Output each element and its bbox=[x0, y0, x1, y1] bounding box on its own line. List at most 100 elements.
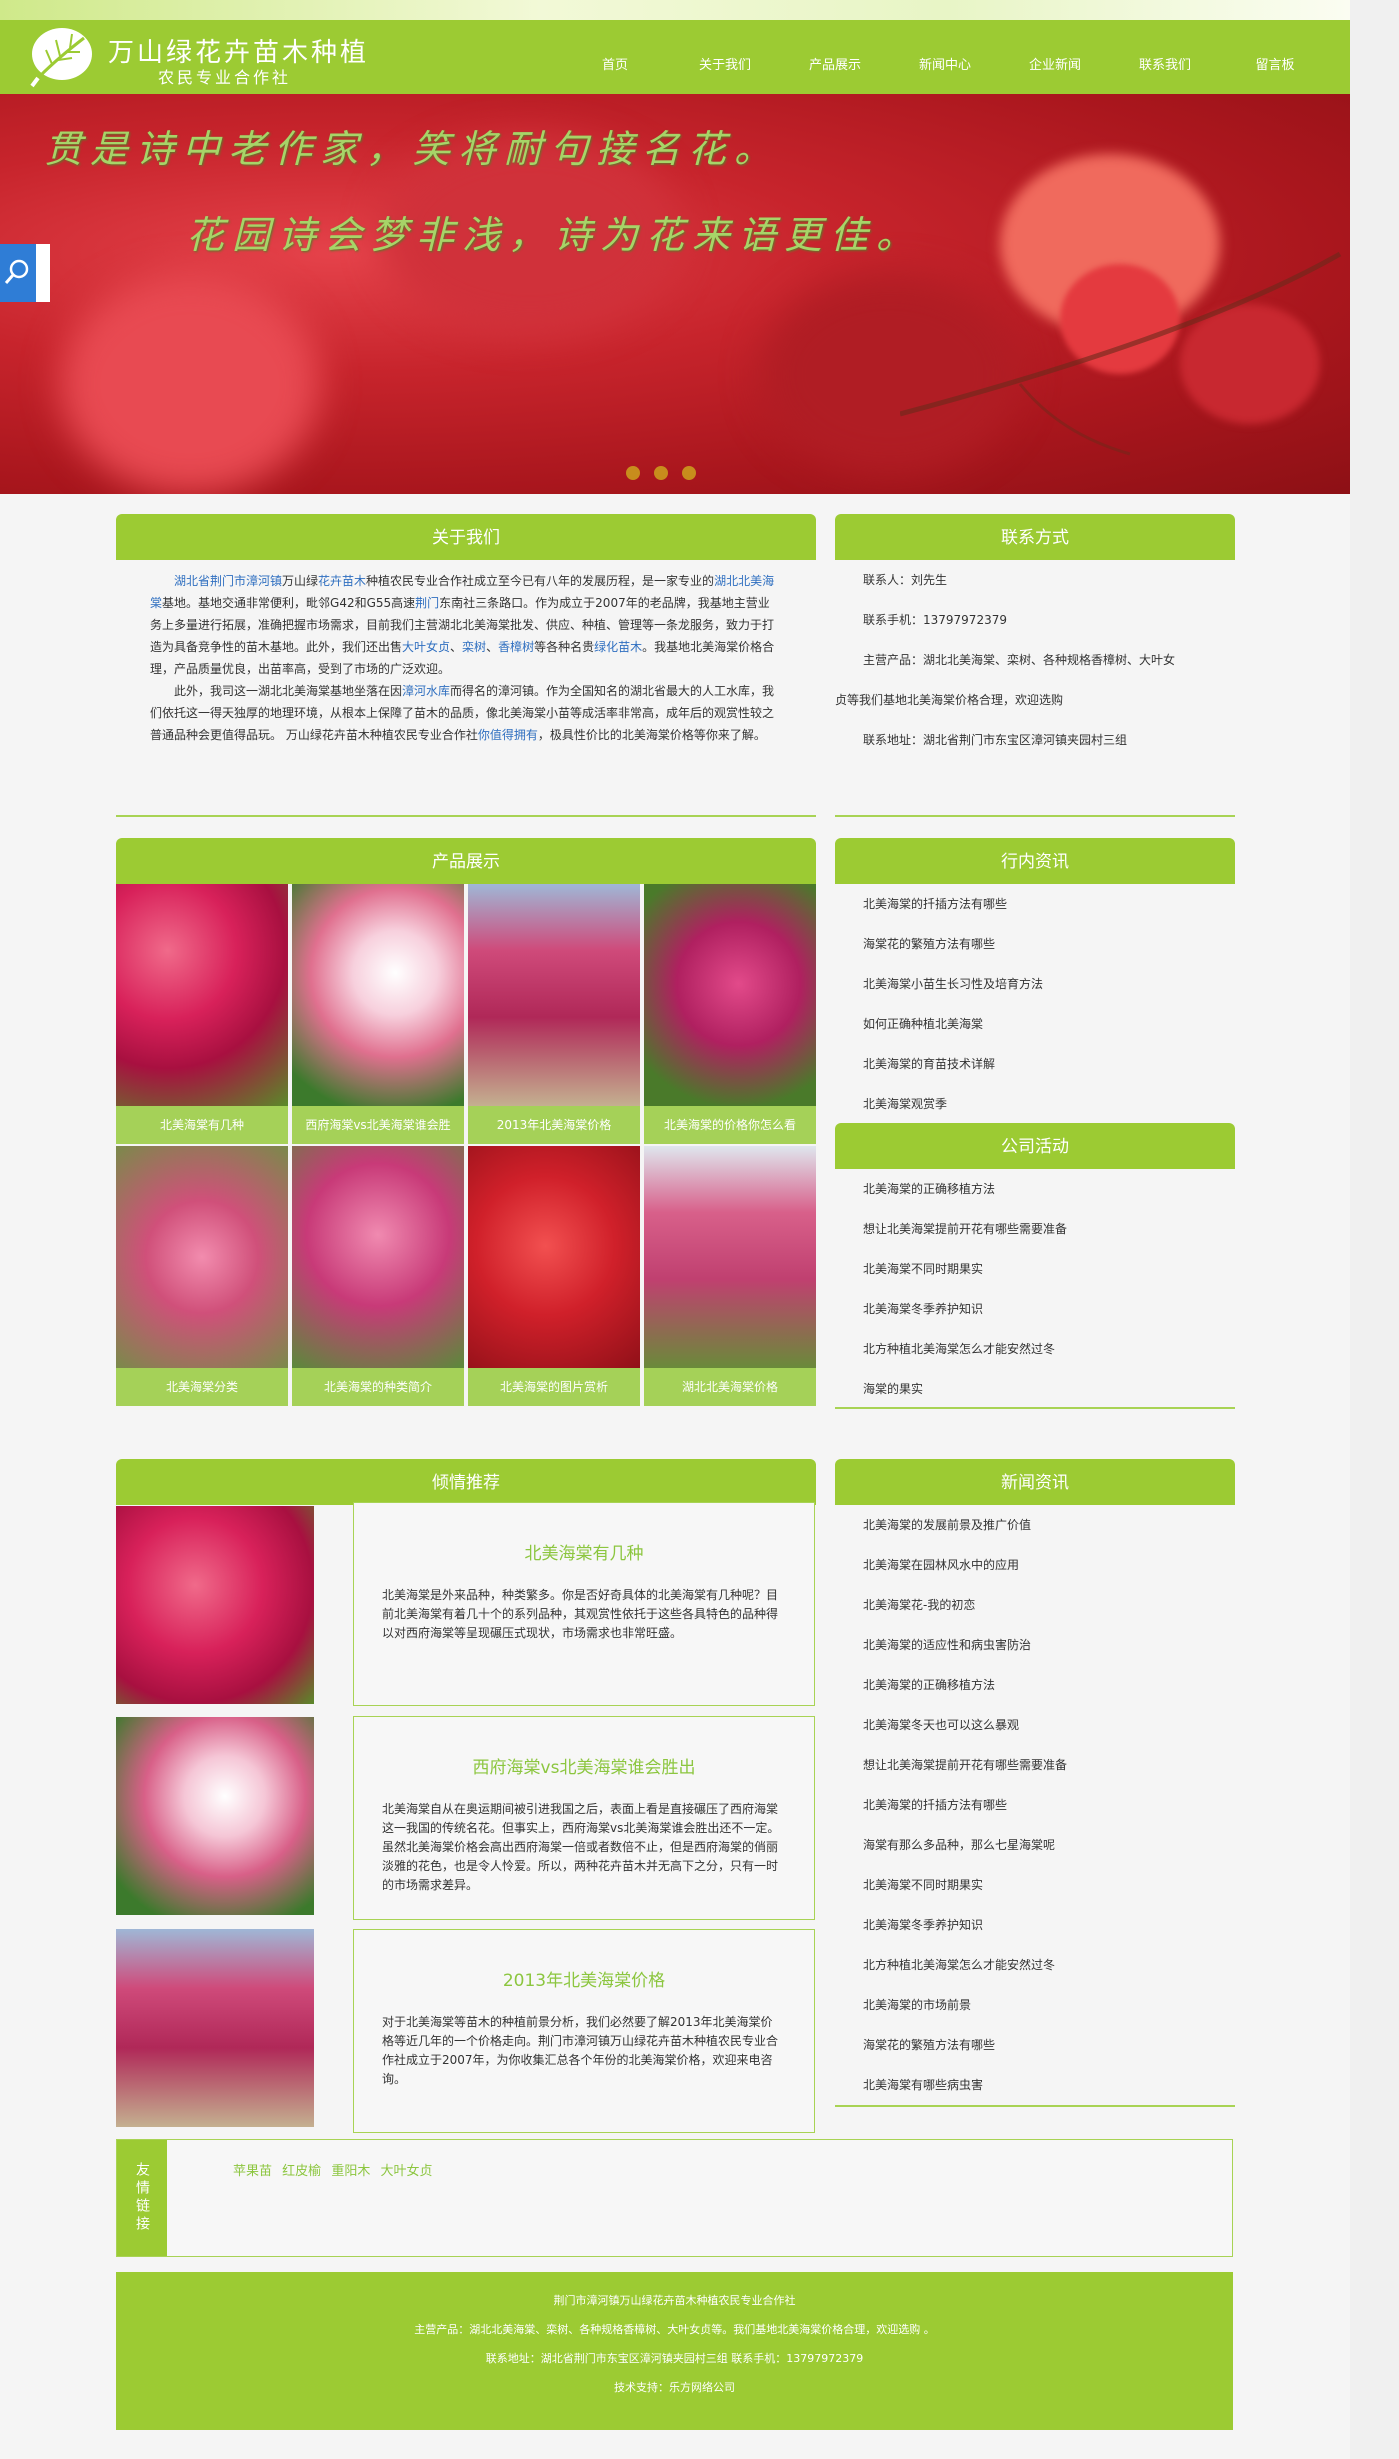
hero-banner[interactable]: 贯是诗中老作家，笑将耐句接名花。 花园诗会梦非浅，诗为花来语更佳。 bbox=[0, 94, 1350, 494]
news-item[interactable]: 北美海棠的扦插方法有哪些 bbox=[835, 1785, 1235, 1825]
news-item[interactable]: 海棠花的繁殖方法有哪些 bbox=[835, 2025, 1235, 2065]
product-caption[interactable]: 北美海棠的图片赏析 bbox=[468, 1368, 640, 1406]
news-item[interactable]: 北美海棠不同时期果实 bbox=[835, 1865, 1235, 1905]
product-image[interactable] bbox=[644, 1146, 816, 1368]
site-footer: 荆门市漳河镇万山绿花卉苗木种植农民专业合作社 主营产品：湖北北美海棠、栾树、各种… bbox=[116, 2272, 1233, 2430]
top-strip bbox=[0, 0, 1350, 20]
nav-products[interactable]: 产品展示 bbox=[780, 20, 890, 94]
activity-item[interactable]: 想让北美海棠提前开花有哪些需要准备 bbox=[835, 1209, 1235, 1249]
news-item[interactable]: 北美海棠有哪些病虫害 bbox=[835, 2065, 1235, 2105]
about-link[interactable]: 香樟树 bbox=[498, 640, 534, 654]
search-button[interactable] bbox=[0, 244, 50, 302]
banner-dot[interactable] bbox=[654, 466, 668, 480]
product-card[interactable]: 2013年北美海棠价格 bbox=[468, 884, 640, 1146]
about-link[interactable]: 大叶女贞 bbox=[402, 640, 450, 654]
contact-address: 联系地址：湖北省荆门市东宝区漳河镇夹园村三组 bbox=[863, 733, 1128, 747]
news-item[interactable]: 北方种植北美海棠怎么才能安然过冬 bbox=[835, 1945, 1235, 1985]
product-caption[interactable]: 北美海棠的价格你怎么看 bbox=[644, 1106, 816, 1144]
product-card[interactable]: 西府海棠vs北美海棠谁会胜 bbox=[292, 884, 464, 1146]
product-image[interactable] bbox=[644, 884, 816, 1106]
product-image[interactable] bbox=[468, 1146, 640, 1368]
about-link[interactable]: 湖北省荆门市漳河镇 bbox=[174, 574, 282, 588]
footer-company: 荆门市漳河镇万山绿花卉苗木种植农民专业合作社 bbox=[553, 2294, 796, 2307]
about-link[interactable]: 绿化苗木 bbox=[594, 640, 642, 654]
news-item[interactable]: 北美海棠花-我的初恋 bbox=[835, 1585, 1235, 1625]
about-link[interactable]: 花卉苗木 bbox=[318, 574, 366, 588]
recommend-title[interactable]: 2013年北美海棠价格 bbox=[354, 1966, 814, 1991]
product-caption[interactable]: 北美海棠分类 bbox=[116, 1368, 288, 1406]
about-text: 湖北省荆门市漳河镇万山绿花卉苗木种植农民专业合作社成立至今已有八年的发展历程，是… bbox=[150, 570, 780, 746]
industry-item[interactable]: 北美海棠的育苗技术详解 bbox=[835, 1044, 1235, 1084]
news-item[interactable]: 北美海棠的适应性和病虫害防治 bbox=[835, 1625, 1235, 1665]
industry-item[interactable]: 北美海棠小苗生长习性及培育方法 bbox=[835, 964, 1235, 1004]
recommend-image[interactable] bbox=[116, 1717, 314, 1915]
product-caption[interactable]: 2013年北美海棠价格 bbox=[468, 1106, 640, 1144]
news-item[interactable]: 北美海棠冬季养护知识 bbox=[835, 1905, 1235, 1945]
news-item[interactable]: 北美海棠的发展前景及推广价值 bbox=[835, 1505, 1235, 1545]
industry-item[interactable]: 如何正确种植北美海棠 bbox=[835, 1004, 1235, 1044]
recommend-title[interactable]: 西府海棠vs北美海棠谁会胜出 bbox=[354, 1753, 814, 1778]
recommend-card: 北美海棠有几种 北美海棠是外来品种，种类繁多。你是否好奇具体的北美海棠有几种呢？… bbox=[353, 1502, 815, 1706]
news-item[interactable]: 北美海棠在园林风水中的应用 bbox=[835, 1545, 1235, 1585]
contact-divider bbox=[835, 815, 1235, 817]
news-item[interactable]: 北美海棠冬天也可以这么暴观 bbox=[835, 1705, 1235, 1745]
product-card[interactable]: 湖北北美海棠价格 bbox=[644, 1146, 816, 1408]
nav-news-center[interactable]: 新闻中心 bbox=[890, 20, 1000, 94]
product-image[interactable] bbox=[116, 884, 288, 1106]
recommend-card: 2013年北美海棠价格 对于北美海棠等苗木的种植前景分析，我们必然要了解2013… bbox=[353, 1929, 815, 2133]
recommend-title[interactable]: 北美海棠有几种 bbox=[354, 1539, 814, 1564]
friend-link[interactable]: 重阳木 bbox=[331, 2164, 370, 2179]
activity-item[interactable]: 北美海棠的正确移植方法 bbox=[835, 1169, 1235, 1209]
recommend-image[interactable] bbox=[116, 1929, 314, 2127]
about-paragraph: 此外，我司这一湖北北美海棠基地坐落在因漳河水库而得名的漳河镇。作为全国知名的湖北… bbox=[150, 684, 775, 742]
leaf-logo-icon[interactable] bbox=[28, 24, 100, 90]
product-card[interactable]: 北美海棠的种类简介 bbox=[292, 1146, 464, 1408]
activity-item[interactable]: 北美海棠冬季养护知识 bbox=[835, 1289, 1235, 1329]
product-image[interactable] bbox=[468, 884, 640, 1106]
friend-link[interactable]: 大叶女贞 bbox=[380, 2164, 432, 2179]
industry-item[interactable]: 海棠花的繁殖方法有哪些 bbox=[835, 924, 1235, 964]
activities-divider bbox=[835, 1407, 1235, 1409]
contact-heading: 联系方式 bbox=[835, 514, 1235, 560]
friend-link[interactable]: 苹果苗 bbox=[233, 2164, 272, 2179]
activity-item[interactable]: 北美海棠不同时期果实 bbox=[835, 1249, 1235, 1289]
news-item[interactable]: 海棠有那么多品种，那么七星海棠呢 bbox=[835, 1825, 1235, 1865]
product-caption[interactable]: 北美海棠有几种 bbox=[116, 1106, 288, 1144]
product-card[interactable]: 北美海棠的图片赏析 bbox=[468, 1146, 640, 1408]
nav-home[interactable]: 首页 bbox=[560, 20, 670, 94]
about-link[interactable]: 栾树 bbox=[462, 640, 486, 654]
footer-contact: 联系地址：湖北省荆门市东宝区漳河镇夹园村三组 联系手机：13797972379 bbox=[485, 2352, 864, 2365]
industry-item[interactable]: 北美海棠观赏季 bbox=[835, 1084, 1235, 1124]
news-item[interactable]: 想让北美海棠提前开花有哪些需要准备 bbox=[835, 1745, 1235, 1785]
right-gutter bbox=[1350, 0, 1399, 2459]
product-card[interactable]: 北美海棠的价格你怎么看 bbox=[644, 884, 816, 1146]
product-image[interactable] bbox=[292, 1146, 464, 1368]
product-image[interactable] bbox=[292, 884, 464, 1106]
friend-link[interactable]: 红皮榆 bbox=[282, 2164, 321, 2179]
news-list: 北美海棠的发展前景及推广价值 北美海棠在园林风水中的应用 北美海棠花-我的初恋 … bbox=[835, 1505, 1235, 2105]
recommend-image[interactable] bbox=[116, 1506, 314, 1704]
banner-dot[interactable] bbox=[682, 466, 696, 480]
product-image[interactable] bbox=[116, 1146, 288, 1368]
banner-flower-blur bbox=[60, 274, 320, 494]
product-caption[interactable]: 湖北北美海棠价格 bbox=[644, 1368, 816, 1406]
about-link[interactable]: 荆门 bbox=[415, 596, 439, 610]
nav-contact[interactable]: 联系我们 bbox=[1110, 20, 1220, 94]
activity-item[interactable]: 海棠的果实 bbox=[835, 1369, 1235, 1409]
product-caption[interactable]: 北美海棠的种类简介 bbox=[292, 1368, 464, 1406]
news-item[interactable]: 北美海棠的市场前景 bbox=[835, 1985, 1235, 2025]
news-item[interactable]: 北美海棠的正确移植方法 bbox=[835, 1665, 1235, 1705]
about-link[interactable]: 你值得拥有 bbox=[478, 728, 538, 742]
product-card[interactable]: 北美海棠分类 bbox=[116, 1146, 288, 1408]
nav-about[interactable]: 关于我们 bbox=[670, 20, 780, 94]
footer-support: 技术支持：乐方网络公司 bbox=[614, 2381, 735, 2394]
nav-company-news[interactable]: 企业新闻 bbox=[1000, 20, 1110, 94]
nav-guestbook[interactable]: 留言板 bbox=[1220, 20, 1330, 94]
industry-item[interactable]: 北美海棠的扦插方法有哪些 bbox=[835, 884, 1235, 924]
banner-dot[interactable] bbox=[626, 466, 640, 480]
about-divider bbox=[116, 815, 816, 817]
about-link[interactable]: 漳河水库 bbox=[402, 684, 450, 698]
product-caption[interactable]: 西府海棠vs北美海棠谁会胜 bbox=[292, 1106, 464, 1144]
activity-item[interactable]: 北方种植北美海棠怎么才能安然过冬 bbox=[835, 1329, 1235, 1369]
product-card[interactable]: 北美海棠有几种 bbox=[116, 884, 288, 1146]
